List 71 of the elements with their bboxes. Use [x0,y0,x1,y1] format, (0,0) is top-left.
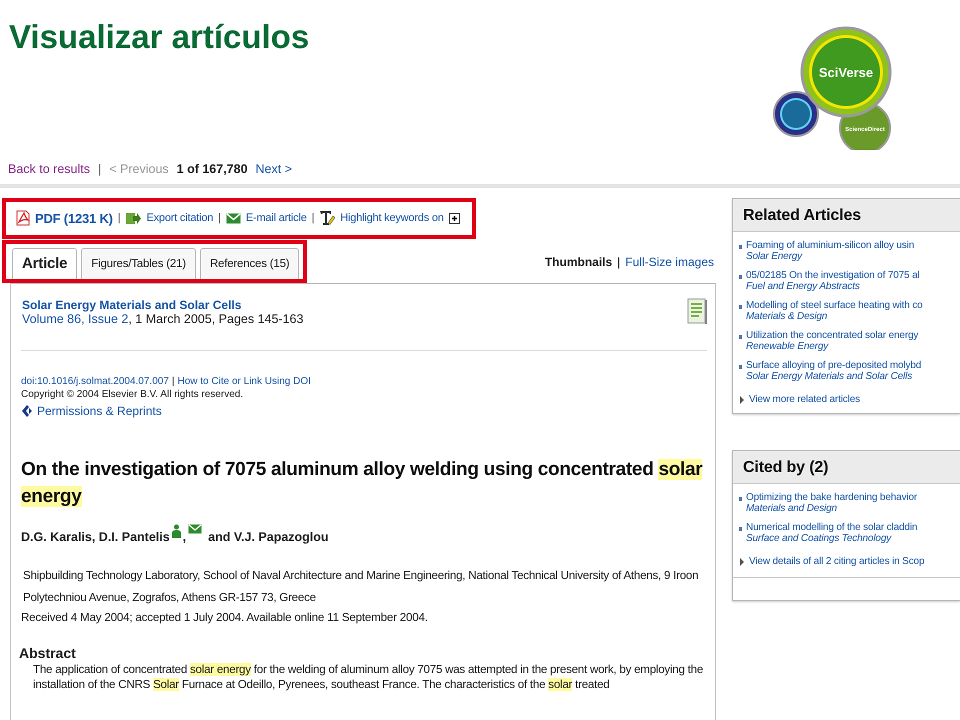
dates-text: Received 4 May 2004; accepted 1 July 2004. Available online 11 September 2004. [21,611,429,624]
full-size-images-link[interactable]: Full-Size images [625,255,714,269]
bullet-icon [739,335,742,339]
bullet-icon [739,527,742,531]
highlighter-icon [319,209,336,227]
export-icon [125,212,142,224]
cite-link[interactable]: How to Cite or Link Using DOI [178,376,311,387]
journal-title-link[interactable]: Solar Energy Materials and Solar Cells [22,298,304,312]
separator: | [312,212,314,224]
separator: | [98,162,102,176]
next-link[interactable]: Next > [256,162,292,176]
tab[interactable]: Article [12,248,78,279]
expand-icon [448,212,460,224]
person-icon [172,524,181,538]
panel-heading: Cited by (2) [733,451,960,484]
highlight-keywords-link[interactable]: Highlight keywords on [340,212,444,224]
slide-title: Visualizar artículos [9,18,310,56]
article-title: On the investigation of 7075 aluminum alloy welding using concentrated solar energy [21,458,704,509]
separator: , [182,530,186,544]
journal-name: Surface and Coatings Technology [746,533,893,544]
bullet-icon [739,245,742,249]
journal-name: Materials and Design [746,503,838,514]
envelope-icon [226,212,241,224]
article-link[interactable]: Utilization the concentrated solar energy [746,330,918,341]
envelope-icon [188,524,202,534]
article-link[interactable]: Foaming of aluminium-silicon alloy usin [746,240,914,251]
article-link[interactable]: Modelling of steel surface heating with co [746,300,923,311]
caret-icon [740,396,744,404]
bullet-icon [739,275,742,279]
email-article-link[interactable]: E-mail article [246,212,307,224]
journal-cover-icon [687,298,707,324]
journal-name: Solar Energy Materials and Solar Cells [746,371,914,382]
article-link[interactable]: 05/02185 On the investigation of 7075 al [746,270,920,281]
article-link[interactable]: Optimizing the bake hardening behavior [746,492,918,503]
permissions-link[interactable]: Permissions & Reprints [37,404,162,418]
publication-details: , 1 March 2005, Pages 145-163 [128,312,304,326]
bullet-icon [739,365,742,369]
journal-name: Renewable Energy [746,341,830,352]
panel-heading: Related Articles [733,199,960,232]
volume-issue-link[interactable]: Volume 86, Issue 2 [22,312,128,326]
logo-text: SciVerse [818,65,874,80]
journal-name: Solar Energy [746,251,804,262]
abstract-heading: Abstract [19,645,77,661]
journal-name: Materials & Design [746,311,828,322]
result-position: 1 of 167,780 [176,162,248,176]
affiliation-text: Shipbuilding Technology Laboratory, School of Naval Architecture and Marine Engineering, National Technical University of Athens, 9 Iroon Polytechniou Avenue, Zografos, Athens GR-157 73, Greece [22,568,700,606]
author-names: and V.J. Papazoglou [208,530,329,544]
separator: | [218,212,221,224]
view-more-link[interactable]: View more related articles [749,394,860,405]
bullet-icon [739,497,742,501]
separator: | [118,212,120,224]
separator: | [172,376,174,387]
copyright-text: Copyright © 2004 Elsevier B.V. All rights reserved. [21,389,244,400]
view-more-link[interactable]: View details of all 2 citing articles in Scop [749,556,924,567]
article-link[interactable]: Numerical modelling of the solar claddin [746,522,918,533]
export-citation-link[interactable]: Export citation [146,212,214,224]
permissions-icon [21,404,33,418]
abstract-text: The application of concentrated solar energy for the welding of aluminum alloy 7075 was attempted in the present work, by employing the installation of the CNRS Solar Furnace at Odeillo, Pyrenees, southeast France. The characteristics of the solar treated [33,662,704,692]
journal-name: Fuel and Energy Abstracts [746,281,861,292]
back-link[interactable]: Back to results [8,162,90,176]
pdf-link[interactable]: PDF (1231 K) [35,210,113,226]
caret-icon [740,558,744,566]
bullet-icon [739,305,742,309]
thumbnails-option[interactable]: Thumbnails [544,255,612,269]
tab[interactable]: Figures/Tables (21) [81,248,196,279]
pdf-icon [16,210,30,226]
tab[interactable]: References (15) [200,248,300,279]
article-link[interactable]: Surface alloying of pre-deposited molybd [746,360,922,371]
author-names: D.G. Karalis, D.I. Pantelis [21,530,170,544]
doi-link[interactable]: doi:10.1016/j.solmat.2004.07.007 [21,376,169,387]
separator: | [617,255,620,269]
